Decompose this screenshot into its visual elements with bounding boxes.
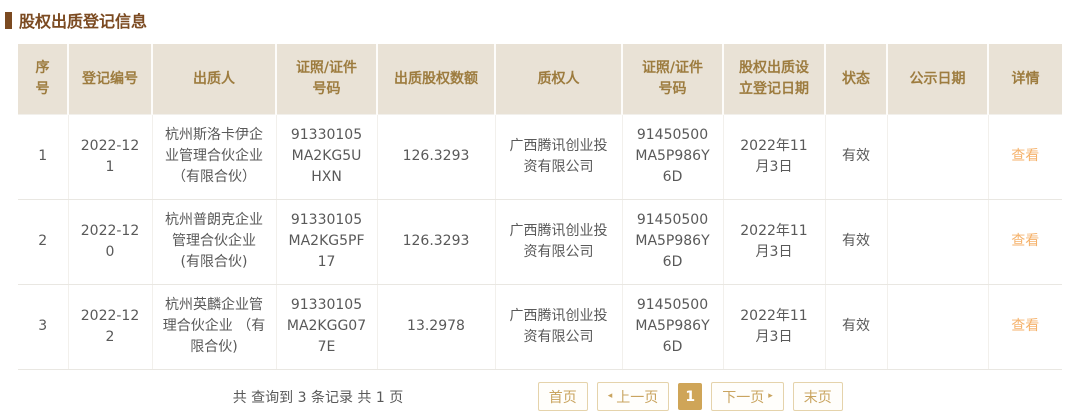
equity-pledge-section: 股权出质登记信息 序号 登记编号 出质人 证照/证件号码 出质股权数额 质权人 … [0,0,1080,417]
column-header-pledgee: 质权人 [495,44,622,114]
section-title-text: 股权出质登记信息 [19,8,147,32]
prev-page-label: 上一页 [616,387,658,407]
cell-reg-no: 2022-120 [68,199,152,284]
column-header-detail: 详情 [988,44,1062,114]
view-detail-link[interactable]: 查看 [1011,233,1039,249]
equity-pledge-table: 序号 登记编号 出质人 证照/证件号码 出质股权数额 质权人 证照/证件号码 股… [18,44,1062,370]
cell-pledgee: 广西腾讯创业投资有限公司 [495,114,622,199]
first-page-button[interactable]: 首页 [538,382,588,411]
cell-setup-date: 2022年11月3日 [723,199,825,284]
records-summary: 共 查询到 3 条记录 共 1 页 [233,387,404,407]
cell-pledgor-license: 91330105MA2KG5UHXN [276,114,377,199]
table-row: 1 2022-121 杭州斯洛卡伊企业管理合伙企业（有限合伙） 91330105… [18,114,1062,199]
current-page-indicator[interactable]: 1 [678,383,702,410]
column-header-pledgor-license: 证照/证件号码 [276,44,377,114]
column-header-pledged-amount: 出质股权数额 [377,44,495,114]
next-arrow-icon: ▸ [768,392,773,401]
cell-status: 有效 [825,199,887,284]
cell-publish-date [887,199,988,284]
cell-pledgee: 广西腾讯创业投资有限公司 [495,284,622,369]
cell-setup-date: 2022年11月3日 [723,284,825,369]
section-title: 股权出质登记信息 [5,8,1080,32]
cell-pledged-amount: 126.3293 [377,114,495,199]
column-header-setup-date: 股权出质设立登记日期 [723,44,825,114]
column-header-reg-no: 登记编号 [68,44,152,114]
cell-pledgor: 杭州普朗克企业管理合伙企业(有限合伙) [152,199,276,284]
table-row: 2 2022-120 杭州普朗克企业管理合伙企业(有限合伙) 91330105M… [18,199,1062,284]
first-page-label: 首页 [549,387,577,407]
cell-status: 有效 [825,284,887,369]
cell-pledgee-license: 91450500MA5P986Y6D [622,199,723,284]
cell-pledged-amount: 13.2978 [377,284,495,369]
cell-pledgee: 广西腾讯创业投资有限公司 [495,199,622,284]
cell-publish-date [887,114,988,199]
cell-pledgee-license: 91450500MA5P986Y6D [622,284,723,369]
cell-seq: 3 [18,284,68,369]
cell-pledgor: 杭州斯洛卡伊企业管理合伙企业（有限合伙） [152,114,276,199]
cell-seq: 2 [18,199,68,284]
next-page-label: 下一页 [722,387,764,407]
view-detail-link[interactable]: 查看 [1011,148,1039,164]
column-header-seq: 序号 [18,44,68,114]
cell-detail: 查看 [988,284,1062,369]
cell-pledgor: 杭州英麟企业管理合伙企业 （有限合伙) [152,284,276,369]
cell-pledged-amount: 126.3293 [377,199,495,284]
column-header-pledgee-license: 证照/证件号码 [622,44,723,114]
cell-reg-no: 2022-122 [68,284,152,369]
cell-pledgee-license: 91450500MA5P986Y6D [622,114,723,199]
table-row: 3 2022-122 杭州英麟企业管理合伙企业 （有限合伙) 91330105M… [18,284,1062,369]
view-detail-link[interactable]: 查看 [1011,318,1039,334]
column-header-pledgor: 出质人 [152,44,276,114]
last-page-button[interactable]: 末页 [793,382,843,411]
cell-publish-date [887,284,988,369]
cell-detail: 查看 [988,199,1062,284]
cell-pledgor-license: 91330105MA2KG5PF17 [276,199,377,284]
cell-reg-no: 2022-121 [68,114,152,199]
title-marker-icon [5,12,12,29]
prev-page-button[interactable]: ◂ 上一页 [597,382,670,411]
column-header-publish-date: 公示日期 [887,44,988,114]
next-page-button[interactable]: 下一页 ▸ [711,382,784,411]
table-header-row: 序号 登记编号 出质人 证照/证件号码 出质股权数额 质权人 证照/证件号码 股… [18,44,1062,114]
last-page-label: 末页 [804,387,832,407]
column-header-status: 状态 [825,44,887,114]
pagination: 共 查询到 3 条记录 共 1 页 首页 ◂ 上一页 1 下一页 ▸ 末页 [0,382,1080,412]
cell-setup-date: 2022年11月3日 [723,114,825,199]
cell-status: 有效 [825,114,887,199]
cell-pledgor-license: 91330105MA2KGG077E [276,284,377,369]
cell-detail: 查看 [988,114,1062,199]
prev-arrow-icon: ◂ [608,392,613,401]
cell-seq: 1 [18,114,68,199]
